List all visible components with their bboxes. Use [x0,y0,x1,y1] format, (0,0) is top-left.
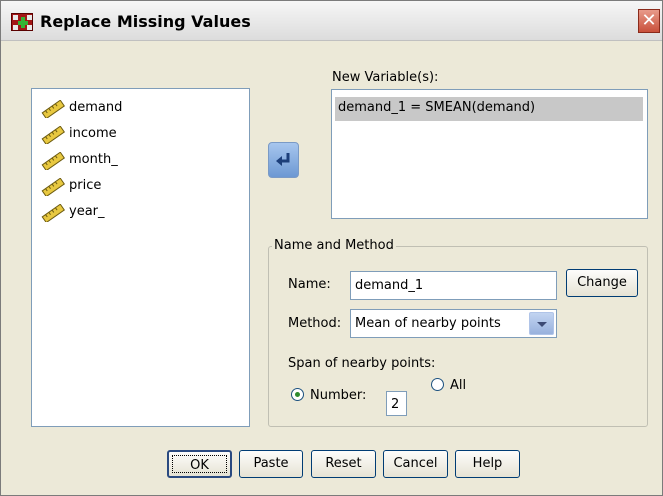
help-button[interactable]: Help [455,450,520,478]
cancel-button[interactable]: Cancel [383,450,448,478]
title-bar[interactable]: Replace Missing Values ✕ [1,1,662,41]
method-select-value: Mean of nearby points [355,316,501,331]
ruler-icon [41,178,65,196]
ok-button[interactable]: OK [167,450,232,478]
new-variable-item[interactable]: demand_1 = SMEAN(demand) [335,97,643,121]
change-button[interactable]: Change [566,269,638,297]
spss-app-icon [11,13,33,31]
return-arrow-icon [276,153,290,166]
ruler-icon [41,126,65,144]
new-variables-label: New Variable(s): [332,70,439,85]
all-radio[interactable] [431,378,444,391]
name-input[interactable]: demand_1 [350,271,557,300]
variable-label: price [69,178,102,193]
variable-label: income [69,126,117,141]
paste-button[interactable]: Paste [239,450,303,478]
variable-item-month[interactable]: month_ [41,150,241,172]
all-radio-label: All [450,378,467,393]
move-variable-button[interactable] [268,142,299,178]
close-button[interactable]: ✕ [638,9,660,33]
source-variable-list[interactable]: demand income month_ price year_ [31,88,250,427]
name-label: Name: [288,277,331,292]
number-radio[interactable] [291,388,304,401]
variable-label: year_ [69,204,105,219]
variable-item-demand[interactable]: demand [41,98,241,120]
replace-missing-values-dialog: Replace Missing Values ✕ demand income m… [0,0,663,496]
window-title: Replace Missing Values [40,12,251,31]
ruler-icon [41,152,65,170]
variable-item-income[interactable]: income [41,124,241,146]
variable-item-price[interactable]: price [41,176,241,198]
number-input[interactable]: 2 [386,391,407,416]
ok-button-label: OK [172,455,227,473]
reset-button[interactable]: Reset [311,450,376,478]
span-label: Span of nearby points: [288,356,436,371]
number-radio-label: Number: [310,388,367,403]
ruler-icon [41,204,65,222]
variable-label: month_ [69,152,118,167]
new-variables-list[interactable]: demand_1 = SMEAN(demand) [331,89,648,219]
variable-item-year[interactable]: year_ [41,202,241,224]
method-select[interactable]: Mean of nearby points [350,309,557,338]
chevron-down-icon[interactable] [529,312,554,335]
ruler-icon [41,100,65,118]
variable-label: demand [69,100,123,115]
method-label: Method: [288,316,342,331]
name-and-method-legend: Name and Method [272,238,396,253]
